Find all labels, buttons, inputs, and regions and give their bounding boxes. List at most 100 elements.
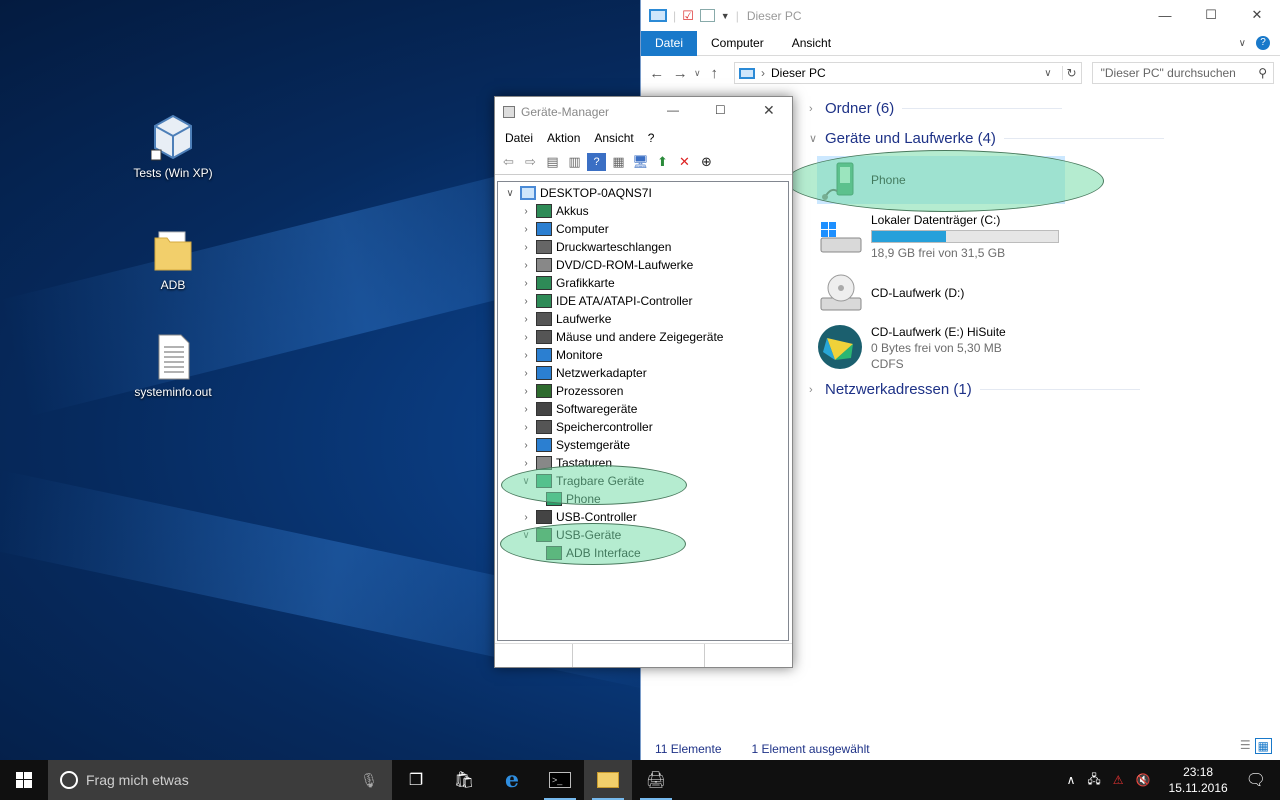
- scan-hardware-icon[interactable]: 🖥: [631, 153, 650, 171]
- chevron-right-icon[interactable]: ›: [520, 458, 532, 469]
- tab-ansicht[interactable]: Ansicht: [778, 31, 845, 56]
- chevron-right-icon[interactable]: ›: [520, 242, 532, 253]
- tree-child-item[interactable]: Phone: [542, 490, 601, 508]
- help-icon[interactable]: ?: [1256, 36, 1270, 50]
- tree-category[interactable]: › Computer: [520, 220, 609, 238]
- tree-child-item[interactable]: ADB Interface: [542, 544, 641, 562]
- search-input[interactable]: "Dieser PC" durchsuchen ⚲: [1091, 62, 1274, 84]
- tree-category[interactable]: › Mäuse und andere Zeigegeräte: [520, 328, 723, 346]
- new-folder-icon[interactable]: [699, 9, 715, 22]
- tree-category[interactable]: › Akkus: [520, 202, 589, 220]
- tree-category[interactable]: › Softwaregeräte: [520, 400, 637, 418]
- close-button[interactable]: ✕: [1234, 0, 1280, 30]
- chevron-right-icon[interactable]: ›: [520, 278, 532, 289]
- chevron-right-icon[interactable]: ›: [520, 260, 532, 271]
- close-button[interactable]: ✕: [763, 102, 775, 119]
- minimize-button[interactable]: —: [667, 103, 679, 117]
- computer-icon[interactable]: [649, 9, 667, 22]
- chevron-right-icon[interactable]: ›: [520, 206, 532, 217]
- view-icon[interactable]: ▦: [609, 153, 628, 171]
- tree-category[interactable]: › IDE ATA/ATAPI-Controller: [520, 292, 692, 310]
- uninstall-icon[interactable]: ✕: [675, 153, 694, 171]
- help-icon[interactable]: ?: [587, 152, 606, 171]
- tree-category[interactable]: › Netzwerkadapter: [520, 364, 647, 382]
- network-icon[interactable]: 🖧: [1087, 770, 1100, 791]
- forward-arrow-icon[interactable]: →: [670, 65, 689, 82]
- tree-category[interactable]: › Monitore: [520, 346, 603, 364]
- address-dropdown-icon[interactable]: ∨: [1044, 68, 1051, 79]
- properties-grid-icon[interactable]: ▤: [543, 153, 562, 171]
- chevron-right-icon[interactable]: ›: [520, 440, 532, 451]
- properties-icon[interactable]: ☑: [682, 8, 694, 24]
- group-ordner[interactable]: › Ordner (6): [809, 100, 1063, 117]
- network-error-icon[interactable]: ⚠: [1113, 773, 1124, 787]
- recent-dropdown-icon[interactable]: ∨: [694, 68, 701, 79]
- microphone-icon[interactable]: 🎙: [360, 772, 378, 789]
- task-view-button[interactable]: ❐: [392, 760, 440, 800]
- device-phone[interactable]: Phone: [817, 156, 1065, 204]
- up-arrow-icon[interactable]: ↑: [705, 65, 724, 82]
- chevron-right-icon[interactable]: ›: [520, 512, 532, 523]
- chevron-right-icon[interactable]: ›: [520, 368, 532, 379]
- desktop-icon-tests[interactable]: Tests (Win XP): [128, 114, 218, 180]
- explorer-taskbar-button[interactable]: [584, 760, 632, 800]
- desktop-icon-systeminfo[interactable]: systeminfo.out: [128, 333, 218, 399]
- device-manager-taskbar-button[interactable]: 🖨: [632, 760, 680, 800]
- tab-datei[interactable]: Datei: [641, 30, 698, 56]
- tree-category[interactable]: › Druckwarteschlangen: [520, 238, 671, 256]
- tree-category[interactable]: › Systemgeräte: [520, 436, 630, 454]
- details-icon[interactable]: ▥: [565, 153, 584, 171]
- menu-item-datei[interactable]: Datei: [505, 131, 533, 145]
- chevron-right-icon[interactable]: ›: [520, 386, 532, 397]
- update-driver-icon[interactable]: ⬆: [653, 153, 672, 171]
- ribbon-expand-icon[interactable]: ∨: [1239, 38, 1246, 49]
- chevron-down-icon[interactable]: ∨: [520, 476, 532, 487]
- breadcrumb[interactable]: Dieser PC: [771, 66, 826, 80]
- chevron-right-icon[interactable]: ›: [520, 314, 532, 325]
- edge-button[interactable]: e: [488, 760, 536, 800]
- address-bar[interactable]: › Dieser PC ∨ ↻: [734, 62, 1082, 84]
- back-arrow-icon[interactable]: ←: [647, 65, 666, 82]
- refresh-icon[interactable]: ↻: [1061, 66, 1081, 80]
- tree-category[interactable]: ∨ USB-Geräte: [520, 526, 621, 544]
- tree-root[interactable]: ∨ DESKTOP-0AQNS7I: [504, 184, 652, 202]
- store-button[interactable]: 🛍: [440, 760, 488, 800]
- menu-item-ansicht[interactable]: Ansicht: [594, 131, 633, 145]
- device-drive-e[interactable]: CD-Laufwerk (E:) HiSuite 0 Bytes frei vo…: [817, 324, 1006, 372]
- minimize-button[interactable]: —: [1142, 0, 1188, 30]
- menu-item-aktion[interactable]: Aktion: [547, 131, 580, 145]
- tree-category[interactable]: › Laufwerke: [520, 310, 611, 328]
- tree-category[interactable]: › Tastaturen: [520, 454, 612, 472]
- action-center-icon[interactable]: 🗨: [1246, 770, 1266, 790]
- chevron-right-icon[interactable]: ›: [520, 350, 532, 361]
- volume-muted-icon[interactable]: 🔇: [1136, 773, 1151, 787]
- chevron-right-icon[interactable]: ›: [520, 224, 532, 235]
- chevron-right-icon[interactable]: ›: [520, 332, 532, 343]
- cmd-button[interactable]: >_: [536, 760, 584, 800]
- tree-category[interactable]: › Speichercontroller: [520, 418, 653, 436]
- chevron-right-icon[interactable]: ›: [520, 296, 532, 307]
- tiles-view-icon[interactable]: ▦: [1254, 738, 1272, 754]
- tree-category[interactable]: › DVD/CD-ROM-Laufwerke: [520, 256, 693, 274]
- chevron-right-icon[interactable]: ›: [520, 404, 532, 415]
- tab-computer[interactable]: Computer: [697, 31, 778, 56]
- chevron-down-icon[interactable]: ∨: [520, 530, 532, 541]
- download-icon[interactable]: ⊕: [697, 153, 716, 171]
- chevron-up-icon[interactable]: ∧: [1067, 773, 1076, 787]
- details-view-icon[interactable]: ☰: [1240, 738, 1251, 754]
- device-drive-d[interactable]: CD-Laufwerk (D:): [817, 270, 964, 316]
- desktop-icon-adb[interactable]: ADB: [128, 226, 218, 292]
- tree-category[interactable]: › Grafikkarte: [520, 274, 615, 292]
- forward-arrow-icon[interactable]: ⇨: [521, 153, 540, 171]
- maximize-button[interactable]: ☐: [715, 103, 726, 117]
- group-geraete[interactable]: ∨ Geräte und Laufwerke (4): [809, 130, 1164, 147]
- device-drive-c[interactable]: Lokaler Datenträger (C:) 18,9 GB frei vo…: [817, 212, 1059, 261]
- group-netzwerk[interactable]: › Netzwerkadressen (1): [809, 381, 1140, 398]
- tree-category[interactable]: › USB-Controller: [520, 508, 637, 526]
- tree-category[interactable]: › Prozessoren: [520, 382, 623, 400]
- qat-dropdown-icon[interactable]: ▼: [721, 11, 730, 21]
- start-button[interactable]: [0, 760, 48, 800]
- cortana-search-input[interactable]: Frag mich etwas 🎙: [48, 760, 392, 800]
- tree-category[interactable]: ∨ Tragbare Geräte: [520, 472, 644, 490]
- back-arrow-icon[interactable]: ⇦: [499, 153, 518, 171]
